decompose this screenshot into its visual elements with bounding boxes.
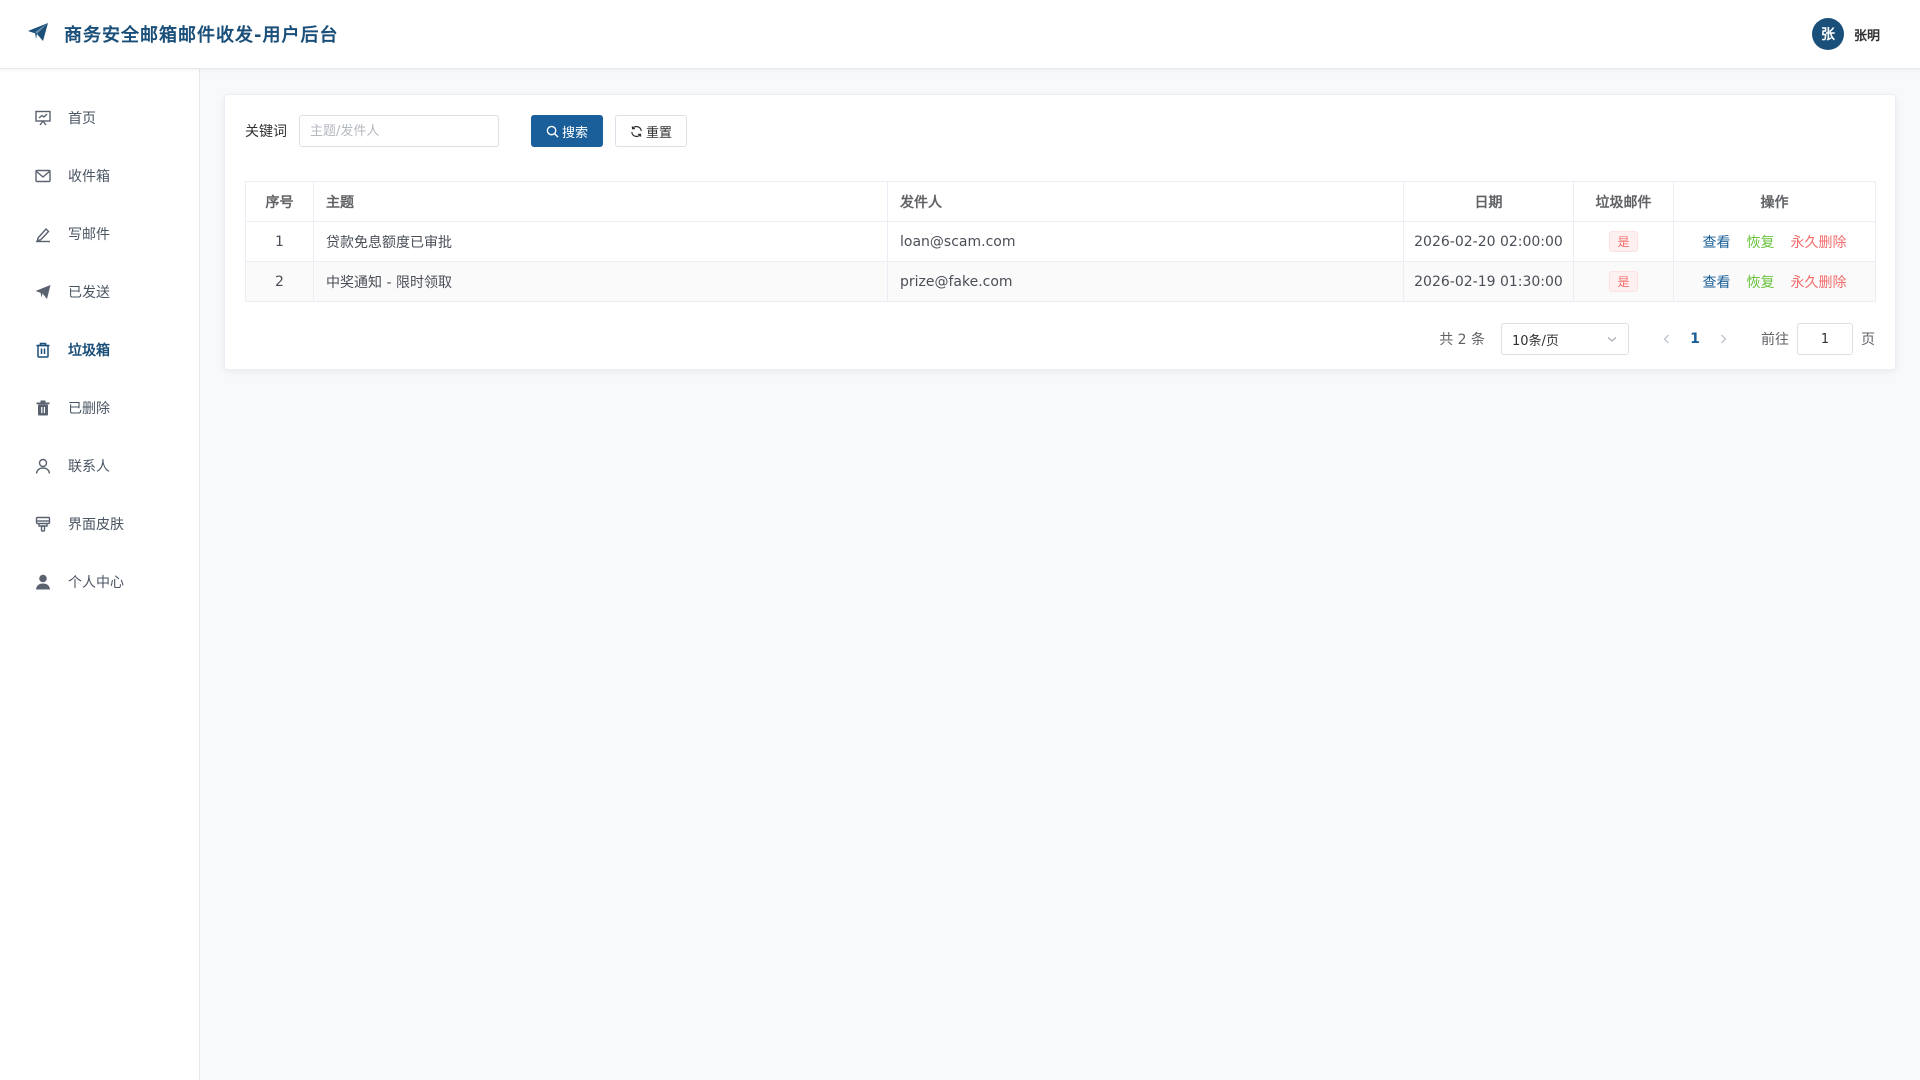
brush-icon xyxy=(35,516,51,532)
permanent-delete-link[interactable]: 永久删除 xyxy=(1791,275,1847,291)
restore-link[interactable]: 恢复 xyxy=(1747,235,1775,251)
sidebar-item-label: 收件箱 xyxy=(68,169,110,185)
chevron-right-icon xyxy=(1721,334,1727,344)
goto-label: 前往 xyxy=(1761,332,1789,348)
brand[interactable]: 商务安全邮箱邮件收发-用户后台 xyxy=(26,20,338,48)
user-name[interactable]: 张明 xyxy=(1854,25,1880,44)
permanent-delete-link[interactable]: 永久删除 xyxy=(1791,235,1847,251)
column-header-subject: 主题 xyxy=(313,181,888,222)
search-bar: 关键词 搜索 重置 xyxy=(245,115,1875,147)
chevron-down-icon xyxy=(1607,337,1617,342)
reset-button-label: 重置 xyxy=(646,125,673,141)
sidebar-item-label: 已发送 xyxy=(68,285,110,301)
view-link[interactable]: 查看 xyxy=(1703,275,1731,291)
sidebar-item-label: 写邮件 xyxy=(68,227,110,243)
sidebar-item-deleted[interactable]: 已删除 xyxy=(0,379,199,437)
avatar[interactable]: 张 xyxy=(1811,18,1844,50)
sidebar-item-sent[interactable]: 已发送 xyxy=(0,263,199,321)
envelope-icon xyxy=(35,169,51,183)
sidebar-item-skin[interactable]: 界面皮肤 xyxy=(0,495,199,553)
search-button-label: 搜索 xyxy=(562,125,589,141)
cell-date: 2026-02-19 01:30:00 xyxy=(1403,261,1574,302)
goto-page-input[interactable] xyxy=(1797,323,1853,355)
sidebar: 首页 收件箱 写邮件 已发送 垃圾箱 已删除 联系人 界面皮肤 个人中心 xyxy=(0,69,200,1080)
table-row[interactable]: 1 贷款免息额度已审批 loan@scam.com 2026-02-20 02:… xyxy=(245,221,1876,262)
cell-spam: 是 xyxy=(1573,261,1674,302)
spam-tag: 是 xyxy=(1609,231,1638,252)
user-filled-icon xyxy=(36,574,50,590)
refresh-icon xyxy=(631,125,642,137)
column-header-index: 序号 xyxy=(245,181,314,222)
app-title: 商务安全邮箱邮件收发-用户后台 xyxy=(64,25,339,46)
sidebar-item-profile[interactable]: 个人中心 xyxy=(0,553,199,611)
trash-filled-icon xyxy=(36,400,50,416)
trash-table: 序号 主题 发件人 日期 垃圾邮件 操作 1 贷款免息额度已审批 loan@sc… xyxy=(245,181,1876,302)
page-number-current[interactable]: 1 xyxy=(1679,331,1711,347)
cell-sender: loan@scam.com xyxy=(887,221,1404,262)
trash-panel: 关键词 搜索 重置 序号 主题 发件人 日期 垃圾邮件 操作 1 xyxy=(224,94,1896,370)
sidebar-item-label: 垃圾箱 xyxy=(68,343,110,359)
user-outline-icon xyxy=(35,458,51,474)
paper-plane-icon xyxy=(35,285,51,299)
sidebar-item-label: 已删除 xyxy=(68,401,110,417)
column-header-sender: 发件人 xyxy=(887,181,1404,222)
cell-actions: 查看 恢复 永久删除 xyxy=(1673,221,1876,262)
cell-subject: 中奖通知 - 限时领取 xyxy=(313,261,888,302)
pagination: 共 2 条 10条/页 1 前往 页 xyxy=(1439,323,1875,355)
page-unit-label: 页 xyxy=(1861,332,1875,348)
keyword-input[interactable] xyxy=(299,115,499,147)
prev-page-button[interactable] xyxy=(1655,333,1679,345)
reset-button[interactable]: 重置 xyxy=(615,115,688,147)
trash-icon xyxy=(36,342,50,358)
sidebar-item-trash[interactable]: 垃圾箱 xyxy=(0,321,199,379)
cell-sender: prize@fake.com xyxy=(887,261,1404,302)
column-header-spam: 垃圾邮件 xyxy=(1573,181,1674,222)
column-header-actions: 操作 xyxy=(1673,181,1876,222)
sidebar-item-label: 界面皮肤 xyxy=(68,517,124,533)
search-icon xyxy=(546,125,559,138)
cell-date: 2026-02-20 02:00:00 xyxy=(1403,221,1574,262)
page-size-value: 10条/页 xyxy=(1512,333,1559,349)
page-size-select[interactable]: 10条/页 xyxy=(1501,323,1629,355)
spam-tag: 是 xyxy=(1609,271,1638,292)
cell-index: 2 xyxy=(245,261,314,302)
next-page-button[interactable] xyxy=(1711,333,1735,345)
cell-index: 1 xyxy=(245,221,314,262)
keyword-label: 关键词 xyxy=(245,124,287,140)
sidebar-item-label: 首页 xyxy=(68,111,96,127)
sidebar-item-compose[interactable]: 写邮件 xyxy=(0,205,199,263)
search-button[interactable]: 搜索 xyxy=(531,115,604,147)
paper-plane-logo-icon xyxy=(26,20,50,48)
top-header: 商务安全邮箱邮件收发-用户后台 张 张明 xyxy=(0,0,1920,69)
sidebar-item-home[interactable]: 首页 xyxy=(0,89,199,147)
column-header-date: 日期 xyxy=(1403,181,1574,222)
sidebar-item-label: 联系人 xyxy=(68,459,110,475)
cell-subject: 贷款免息额度已审批 xyxy=(313,221,888,262)
chevron-left-icon xyxy=(1663,334,1669,344)
sidebar-item-contacts[interactable]: 联系人 xyxy=(0,437,199,495)
view-link[interactable]: 查看 xyxy=(1703,235,1731,251)
table-header-row: 序号 主题 发件人 日期 垃圾邮件 操作 xyxy=(245,181,1876,222)
sidebar-item-inbox[interactable]: 收件箱 xyxy=(0,147,199,205)
user-menu[interactable]: 张 张明 xyxy=(1811,18,1880,50)
table-row[interactable]: 2 中奖通知 - 限时领取 prize@fake.com 2026-02-19 … xyxy=(245,261,1876,302)
restore-link[interactable]: 恢复 xyxy=(1747,275,1775,291)
presentation-icon xyxy=(35,110,51,126)
cell-spam: 是 xyxy=(1573,221,1674,262)
sidebar-item-label: 个人中心 xyxy=(68,575,124,591)
pen-icon xyxy=(36,227,50,243)
total-count: 共 2 条 xyxy=(1439,332,1485,348)
cell-actions: 查看 恢复 永久删除 xyxy=(1673,261,1876,302)
